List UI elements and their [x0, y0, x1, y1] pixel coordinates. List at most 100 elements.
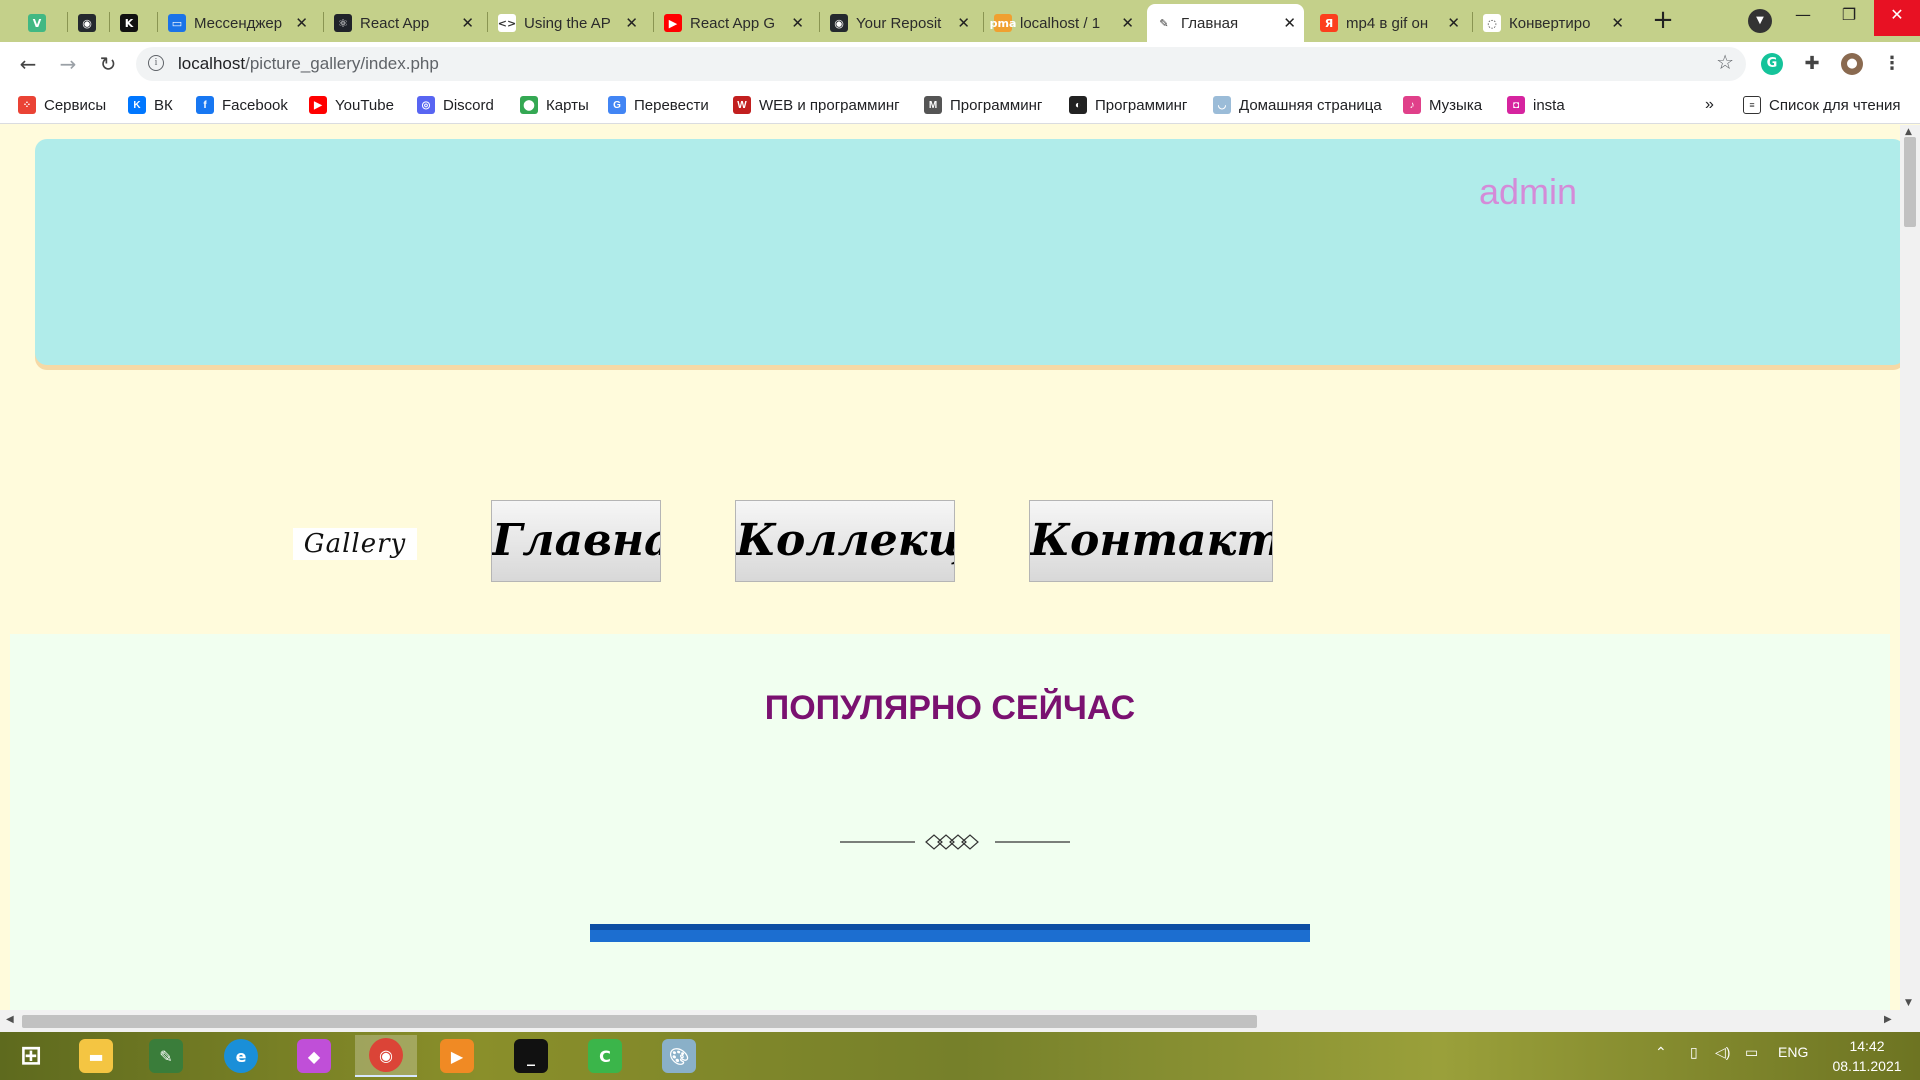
bookmark-item[interactable]: ◘ insta [1507, 95, 1565, 115]
extensions-icon[interactable]: ✚ [1801, 53, 1823, 75]
close-tab-icon[interactable]: ✕ [625, 14, 638, 32]
maximize-button[interactable]: ❐ [1826, 0, 1872, 36]
bookmark-label: Карты [546, 96, 589, 114]
bookmark-item[interactable]: ◐ Программинг [1069, 95, 1187, 115]
tab-title: Мессенджер [194, 14, 283, 32]
profile-avatar[interactable]: ● [1841, 53, 1863, 75]
tab-separator [1472, 12, 1473, 32]
youtube-icon: ▶ [309, 96, 327, 114]
new-tab-button[interactable]: + [1650, 6, 1676, 36]
browser-tab[interactable]: ◉ [70, 4, 106, 42]
reload-button[interactable]: ↻ [92, 48, 124, 80]
back-button[interactable]: ← [12, 48, 44, 80]
reading-list-label: Список для чтения [1769, 96, 1901, 114]
browser-tab[interactable]: ◉ Your Reposit ✕ [822, 4, 978, 42]
site-header: admin [35, 139, 1905, 365]
bookmark-item[interactable]: ⬤ Карты [520, 95, 589, 115]
tab-search-icon[interactable]: ▼ [1748, 9, 1772, 33]
scroll-down-icon[interactable]: ▼ [1905, 998, 1912, 1008]
bookmark-item[interactable]: ♪ Музыка [1403, 95, 1482, 115]
browser-tab[interactable]: ▶ React App G ✕ [656, 4, 812, 42]
nav-collection-button[interactable]: Коллекция [735, 500, 955, 582]
youtube-icon: ▶ [664, 14, 682, 32]
address-bar[interactable]: i localhost/picture_gallery/index.php ☆ [136, 47, 1746, 81]
language-indicator[interactable]: ENG [1778, 1044, 1808, 1060]
browser-tab[interactable]: ✎ Главная ✕ [1147, 4, 1304, 42]
music-icon: ♪ [1403, 96, 1421, 114]
bookmark-star-icon[interactable]: ☆ [1716, 50, 1734, 74]
url-text[interactable]: localhost/picture_gallery/index.php [178, 54, 439, 74]
vertical-scrollbar[interactable]: ▲ ▼ [1900, 125, 1920, 1010]
scroll-right-icon[interactable]: ▶ [1884, 1014, 1892, 1025]
tab-separator [323, 12, 324, 32]
menu-icon[interactable]: ⋮ [1881, 53, 1903, 75]
minimize-button[interactable]: — [1780, 0, 1826, 36]
taskbar-paint[interactable]: 🎨︎ [648, 1035, 710, 1077]
taskbar-terminal[interactable]: _ [500, 1035, 562, 1077]
system-clock[interactable]: 14:42 08.11.2021 [1822, 1036, 1912, 1076]
scroll-up-icon[interactable]: ▲ [1905, 127, 1912, 137]
horizontal-scroll-thumb[interactable] [22, 1015, 1257, 1028]
nav-home-button[interactable]: Главная [491, 500, 661, 582]
bookmark-item[interactable]: K ВК [128, 95, 173, 115]
close-tab-icon[interactable]: ✕ [295, 14, 308, 32]
bookmark-item[interactable]: f Facebook [196, 95, 288, 115]
reading-list-button[interactable]: ≡ Список для чтения [1743, 95, 1901, 115]
bookmarks-overflow-button[interactable]: » [1705, 95, 1714, 115]
browser-tab[interactable]: <> Using the AP ✕ [490, 4, 646, 42]
bookmark-item[interactable]: ⁘ Сервисы [18, 95, 106, 115]
start-button[interactable]: ⊞ [0, 1035, 62, 1077]
bookmark-item[interactable]: ▶ YouTube [309, 95, 394, 115]
browser-tab[interactable]: K [112, 4, 148, 42]
volume-icon[interactable]: ◁) [1715, 1044, 1730, 1061]
close-tab-icon[interactable]: ✕ [1283, 14, 1296, 32]
grammarly-icon[interactable]: G [1761, 53, 1783, 75]
taskbar-app-4[interactable]: ◆ [283, 1035, 345, 1077]
close-tab-icon[interactable]: ✕ [957, 14, 970, 32]
vertical-scroll-thumb[interactable] [1904, 137, 1916, 227]
close-tab-icon[interactable]: ✕ [1611, 14, 1624, 32]
horizontal-scrollbar[interactable]: ◀ ▶ [0, 1010, 1920, 1032]
taskbar-app-8[interactable]: C [574, 1035, 636, 1077]
close-window-button[interactable]: ✕ [1874, 0, 1920, 36]
gallery-logo[interactable]: Gallery [293, 528, 417, 560]
bookmark-item[interactable]: M Программинг [924, 95, 1042, 115]
phone-icon[interactable]: ▯ [1690, 1044, 1698, 1061]
maps-pin-icon: ⬤ [520, 96, 538, 114]
browser-tab[interactable]: Яmp4 в gif он ✕ [1312, 4, 1468, 42]
nav-contacts-button[interactable]: Контакты [1029, 500, 1273, 582]
network-icon[interactable]: ▭ [1745, 1044, 1758, 1061]
taskbar-explorer[interactable]: ▬ [65, 1035, 127, 1077]
browser-tab[interactable]: ◌ Конвертиро ✕ [1475, 4, 1632, 42]
home-page-icon: ◡ [1213, 96, 1231, 114]
popular-heading: ПОПУЛЯРНО СЕЙЧАС [764, 689, 1136, 727]
bookmark-item[interactable]: ◎ Discord [417, 95, 494, 115]
forward-button[interactable]: → [52, 48, 84, 80]
clock-date: 08.11.2021 [1832, 1058, 1902, 1074]
bookmark-label: Discord [443, 96, 494, 114]
browser-tab[interactable]: ▭ Мессенджер ✕ [160, 4, 316, 42]
bookmark-item[interactable]: W WEB и программинг [733, 95, 900, 115]
admin-link[interactable]: admin [1479, 171, 1577, 213]
browser-tab[interactable]: pma localhost / 1 ✕ [986, 4, 1142, 42]
close-tab-icon[interactable]: ✕ [791, 14, 804, 32]
taskbar-app-2[interactable]: ✎ [135, 1035, 197, 1077]
tab-title: React App [360, 14, 430, 32]
close-tab-icon[interactable]: ✕ [1121, 14, 1134, 32]
close-tab-icon[interactable]: ✕ [1447, 14, 1460, 32]
close-tab-icon[interactable]: ✕ [461, 14, 474, 32]
scroll-left-icon[interactable]: ◀ [6, 1014, 14, 1025]
bookmark-item[interactable]: ◡ Домашняя страница [1213, 95, 1382, 115]
taskbar-app-6[interactable]: ▶ [426, 1035, 488, 1077]
bookmark-label: Домашняя страница [1239, 96, 1382, 114]
popular-section: ПОПУЛЯРНО СЕЙЧАС [10, 634, 1890, 1010]
tab-separator [653, 12, 654, 32]
tray-expand-icon[interactable]: ⌃ [1655, 1044, 1667, 1061]
bookmark-item[interactable]: G Перевести [608, 95, 709, 115]
taskbar-chrome[interactable]: ◉ [355, 1035, 417, 1077]
taskbar-edge[interactable]: e [210, 1035, 272, 1077]
browser-tab[interactable]: V [20, 4, 56, 42]
browser-tab[interactable]: ⚛ React App ✕ [326, 4, 482, 42]
featured-banner[interactable] [590, 924, 1310, 942]
site-info-icon[interactable]: i [148, 55, 164, 71]
